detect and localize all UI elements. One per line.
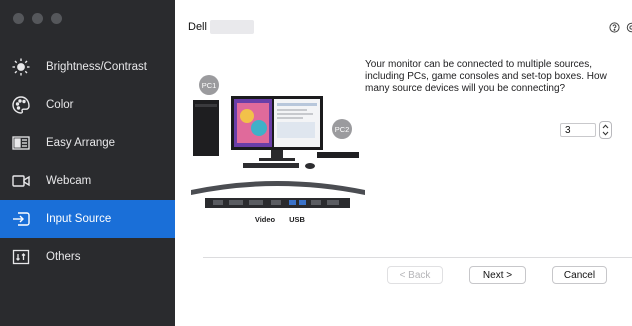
chevron-up-icon (602, 124, 609, 129)
brightness-icon (9, 57, 33, 77)
source-count-question: Your monitor can be connected to multipl… (365, 59, 607, 94)
pc2-label: PC2 (335, 125, 350, 134)
back-button[interactable]: < Back (387, 266, 443, 284)
chevron-down-icon (602, 131, 609, 136)
model-name-placeholder (209, 20, 254, 34)
sidebar-nav: Brightness/Contrast Color Easy Arrange W… (0, 48, 175, 276)
help-icon[interactable] (609, 22, 620, 36)
keyboard (243, 163, 299, 168)
close-window-button[interactable] (13, 13, 24, 24)
top-icons (609, 22, 632, 36)
next-button[interactable]: Next > (469, 266, 526, 284)
palette-icon (9, 95, 33, 115)
zoom-window-button[interactable] (51, 13, 62, 24)
easy-arrange-icon (9, 133, 33, 153)
pc1-label: PC1 (202, 81, 217, 90)
usb-port-label: USB (289, 215, 305, 224)
header: Dell (188, 20, 254, 34)
source-count-input[interactable] (560, 123, 596, 137)
sidebar-item-easy-arrange[interactable]: Easy Arrange (0, 124, 175, 162)
sidebar: Brightness/Contrast Color Easy Arrange W… (0, 0, 175, 326)
sidebar-item-label: Others (46, 251, 81, 263)
mouse (305, 163, 315, 169)
sidebar-item-brightness-contrast[interactable]: Brightness/Contrast (0, 48, 175, 86)
sidebar-item-label: Input Source (46, 213, 112, 225)
video-port-label: Video (255, 215, 276, 224)
sidebar-item-label: Brightness/Contrast (46, 61, 147, 73)
sidebar-item-others[interactable]: Others (0, 238, 175, 276)
cancel-button[interactable]: Cancel (552, 266, 607, 284)
sidebar-item-color[interactable]: Color (0, 86, 175, 124)
sidebar-item-label: Color (46, 99, 74, 111)
sidebar-item-label: Easy Arrange (46, 137, 116, 149)
minimize-window-button[interactable] (32, 13, 43, 24)
window-controls (13, 13, 62, 24)
others-icon (9, 247, 33, 267)
sidebar-item-webcam[interactable]: Webcam (0, 162, 175, 200)
stepper-buttons (599, 121, 612, 139)
pc2-device (317, 152, 359, 158)
settings-icon[interactable] (626, 22, 632, 36)
brand-label: Dell (188, 21, 207, 33)
webcam-icon (9, 171, 33, 191)
app-window: Brightness/Contrast Color Easy Arrange W… (0, 0, 632, 326)
main-panel: Dell PC1 PC2 Video USB Your monitor can … (175, 0, 632, 326)
multi-source-illustration: PC1 PC2 Video USB (191, 75, 365, 224)
source-count-stepper (560, 121, 612, 139)
stepper-increment-button[interactable] (602, 123, 609, 130)
sidebar-item-label: Webcam (46, 175, 92, 187)
sidebar-item-input-source[interactable]: Input Source (0, 200, 175, 238)
pc1-tower (193, 100, 219, 156)
footer-divider (203, 257, 632, 258)
input-source-icon (9, 209, 33, 229)
monitor-rear (191, 181, 365, 195)
stepper-decrement-button[interactable] (602, 130, 609, 137)
